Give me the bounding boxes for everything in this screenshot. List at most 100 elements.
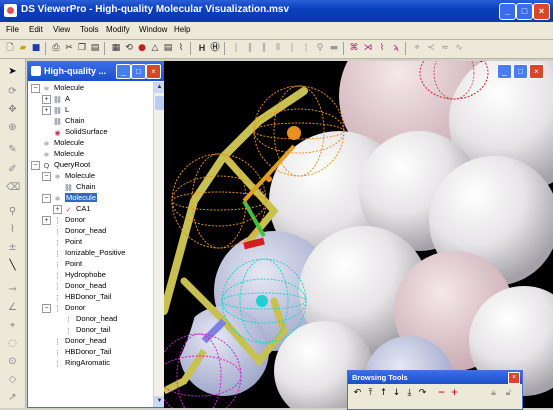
rotate-tool-icon[interactable]: ⟳: [6, 85, 19, 98]
measure-tool-icon[interactable]: ⊸: [6, 283, 19, 296]
bond-tool-icon[interactable]: ⌇: [6, 223, 19, 236]
tree-node[interactable]: ⋮ RingAromatic: [53, 357, 110, 368]
line-tool-icon[interactable]: ╲: [6, 259, 19, 272]
rotate-right-icon[interactable]: ↷: [417, 387, 428, 400]
bond-double-icon[interactable]: ‖: [244, 42, 256, 54]
menu-edit[interactable]: Edit: [29, 25, 43, 34]
table-icon[interactable]: ▤: [162, 42, 174, 54]
tree-node[interactable]: ◉ SolidSurface: [53, 126, 107, 137]
tree-node[interactable]: ⚛ Molecule: [42, 82, 84, 93]
tree-node[interactable]: ⋮ Point: [53, 258, 82, 269]
tree-node[interactable]: ⋮ Ionizable_Positive: [53, 247, 125, 258]
pencil-icon[interactable]: ✎: [6, 143, 19, 156]
label-icon[interactable]: ♀: [314, 42, 326, 54]
copy-icon[interactable]: ❐: [76, 42, 88, 54]
plus-icon[interactable]: +: [449, 387, 460, 400]
dihedral-icon[interactable]: ≈: [439, 42, 451, 54]
charge-tool-icon[interactable]: ±: [6, 241, 19, 254]
open-icon[interactable]: ▰: [17, 42, 29, 54]
first-icon[interactable]: ⤒: [365, 387, 376, 400]
tree-node[interactable]: ⋮ HBDonor_Tail: [53, 291, 111, 302]
print-icon[interactable]: ⎙: [50, 42, 62, 54]
centroid-tool-icon[interactable]: ⊙: [6, 355, 19, 368]
fragment-icon[interactable]: ϡ: [390, 42, 402, 54]
hide-hydrogen-icon[interactable]: Ⓗ: [209, 42, 221, 54]
collapse-toggle[interactable]: −: [31, 84, 40, 93]
line-icon[interactable]: ⌇: [175, 42, 187, 54]
browsing-tools-close-button[interactable]: ×: [508, 372, 520, 384]
molecule-viewport[interactable]: _ □ ×: [164, 61, 553, 408]
rotate-left-icon[interactable]: ↶: [352, 387, 363, 400]
tree-node[interactable]: ⛓ Chain: [53, 115, 85, 126]
translate-tool-icon[interactable]: ✥: [6, 103, 19, 116]
eraser-icon[interactable]: ⌫: [6, 181, 20, 194]
expand-toggle[interactable]: +: [53, 205, 62, 214]
expand-toggle[interactable]: +: [42, 106, 51, 115]
viewer-minimize-button[interactable]: _: [497, 64, 512, 79]
tree-node[interactable]: ✓ CA1: [64, 203, 91, 214]
tree-node[interactable]: ⋮ Donor_head: [53, 225, 106, 236]
bond-partial-icon[interactable]: |: [286, 42, 298, 54]
up-arrow-icon[interactable]: ↑: [378, 387, 389, 400]
atom-tool-icon[interactable]: ⚲: [6, 205, 19, 218]
branch-icon[interactable]: ⋊: [362, 42, 374, 54]
save-icon[interactable]: ■: [30, 42, 42, 54]
ring-icon[interactable]: ⌘: [348, 42, 360, 54]
zoom-tool-icon[interactable]: ⊕: [6, 121, 19, 134]
distance-icon[interactable]: ∿: [453, 42, 465, 54]
tree-node-selected[interactable]: ⚛ Molecule: [53, 192, 98, 203]
tree-node[interactable]: ⋮ Donor_head: [64, 313, 117, 324]
bond-triple-icon[interactable]: ‖: [258, 42, 270, 54]
tree-node[interactable]: ⋮ Donor: [53, 302, 85, 313]
panel-close-button[interactable]: ×: [146, 64, 161, 79]
tree-node[interactable]: ⋮ HBDonor_Tail: [53, 346, 111, 357]
tree-node[interactable]: ⚛ Molecule: [42, 137, 84, 148]
plane-tool-icon[interactable]: ◇: [6, 373, 19, 386]
down-arrow-icon[interactable]: ↓: [391, 387, 402, 400]
brush-icon[interactable]: ✐: [6, 163, 19, 176]
angle-tool-icon[interactable]: ∠: [6, 301, 19, 314]
menu-tools[interactable]: Tools: [80, 25, 99, 34]
rotate-icon[interactable]: ⟲: [123, 42, 135, 54]
torsion-tool-icon[interactable]: ⌖: [6, 319, 19, 332]
tree-node[interactable]: ⋮ Donor_tail: [64, 324, 110, 335]
unlock-icon[interactable]: 🔓︎: [503, 387, 514, 400]
collapse-toggle[interactable]: −: [42, 304, 51, 313]
tree-node[interactable]: ⛓ L: [53, 104, 69, 115]
close-button[interactable]: ×: [533, 3, 550, 20]
tree-node[interactable]: ⚛ Molecule: [42, 148, 84, 159]
grid-icon[interactable]: ▦: [110, 42, 122, 54]
bond-single-icon[interactable]: |: [230, 42, 242, 54]
tree-node[interactable]: ⋮ Donor: [53, 214, 85, 225]
scroll-thumb[interactable]: [155, 96, 164, 110]
cut-icon[interactable]: ✂: [63, 42, 75, 54]
angle-icon[interactable]: ≺: [425, 42, 437, 54]
maximize-button[interactable]: □: [516, 3, 533, 20]
minimize-button[interactable]: _: [499, 3, 516, 20]
viewer-close-button[interactable]: ×: [529, 64, 544, 79]
panel-minimize-button[interactable]: _: [116, 64, 131, 79]
expand-toggle[interactable]: +: [42, 216, 51, 225]
menu-window[interactable]: Window: [139, 25, 167, 34]
bond-hydrogen-icon[interactable]: ¦: [300, 42, 312, 54]
panel-maximize-button[interactable]: □: [131, 64, 146, 79]
tree-node[interactable]: ⛓ Chain: [64, 181, 96, 192]
collapse-toggle[interactable]: −: [42, 172, 51, 181]
paste-icon[interactable]: ▤: [89, 42, 101, 54]
lock-icon[interactable]: 🔒︎: [488, 387, 499, 400]
viewer-maximize-button[interactable]: □: [513, 64, 528, 79]
menu-help[interactable]: Help: [174, 25, 190, 34]
tree-node[interactable]: ⛓ A: [53, 93, 70, 104]
tree-node[interactable]: ⋮ Hydrophobe: [53, 269, 106, 280]
bond-aromatic-icon[interactable]: ⦀: [272, 42, 284, 54]
menu-file[interactable]: File: [6, 25, 19, 34]
collapse-toggle[interactable]: −: [42, 194, 51, 203]
stop-icon[interactable]: ●: [136, 42, 148, 54]
chain-tool-icon[interactable]: ⌇: [376, 42, 388, 54]
new-icon[interactable]: 🗋: [4, 42, 16, 54]
select-arrow-icon[interactable]: ➤: [6, 65, 19, 78]
tree-node[interactable]: ⋮ Donor_head: [53, 335, 106, 346]
ruler-icon[interactable]: ▬: [328, 42, 340, 54]
measure-icon[interactable]: △: [149, 42, 161, 54]
menu-view[interactable]: View: [53, 25, 70, 34]
